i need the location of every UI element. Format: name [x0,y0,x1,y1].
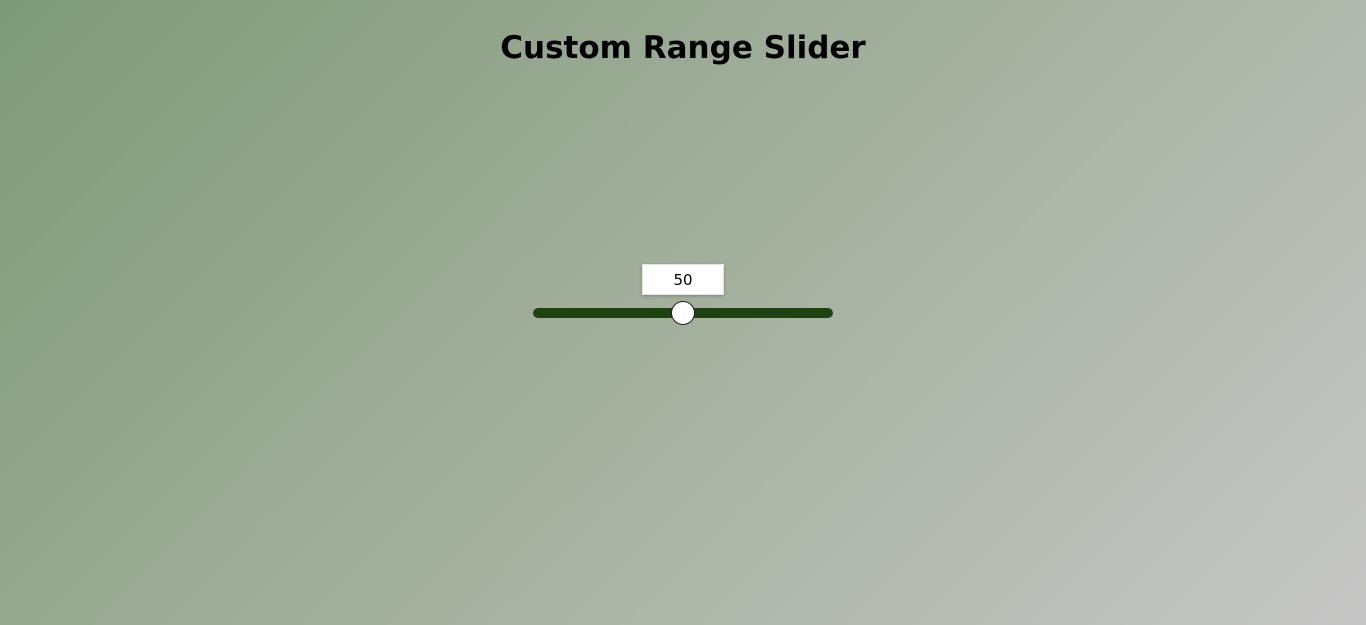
page-title: Custom Range Slider [500,30,866,66]
range-slider[interactable]: 50 [533,264,833,328]
slider-value-label: 50 [642,264,724,295]
slider-thumb[interactable] [671,301,695,325]
